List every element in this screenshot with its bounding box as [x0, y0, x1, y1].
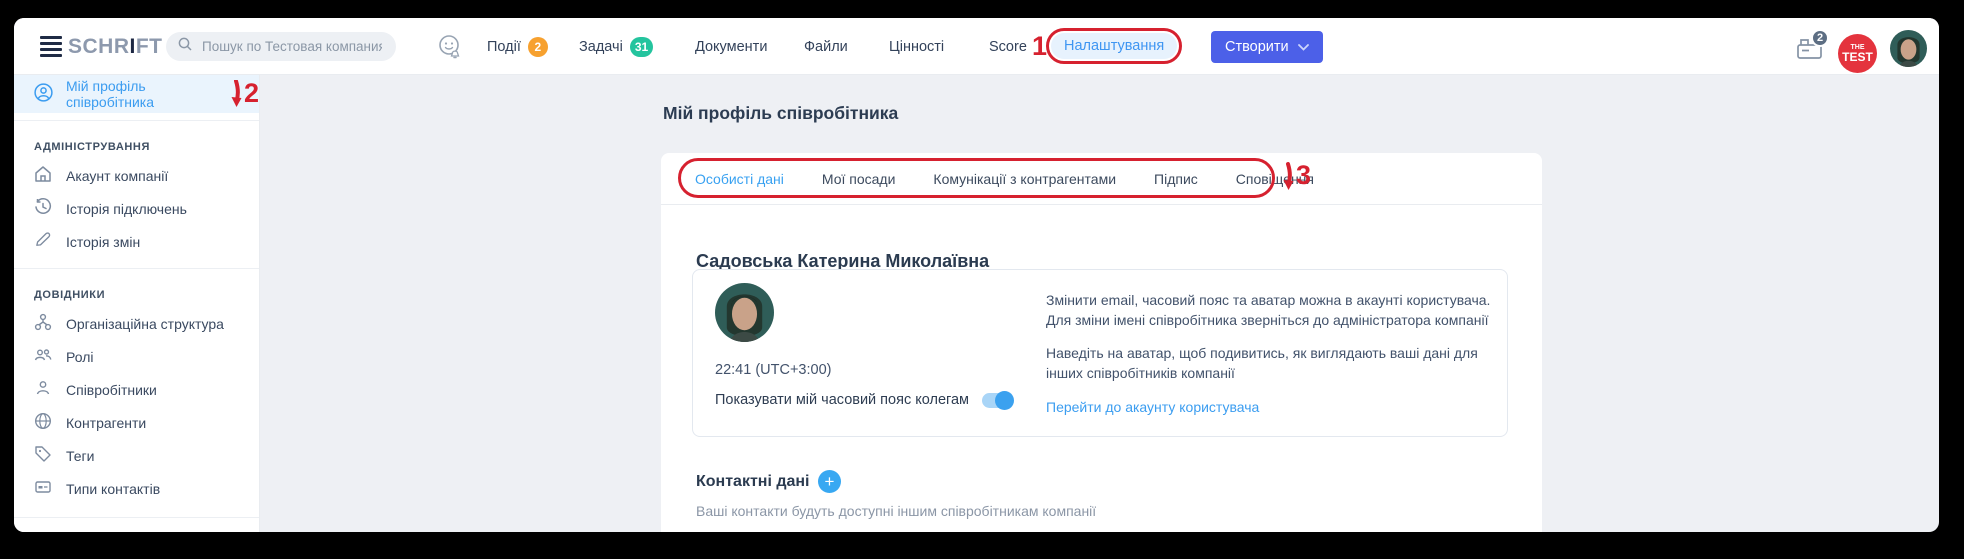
local-time: 22:41 (UTC+3:00)	[715, 362, 831, 378]
sidebar-item-employees[interactable]: Співробітники	[14, 373, 259, 406]
sidebar-item-label: Організаційна структура	[66, 316, 224, 332]
profile-summary-card: 22:41 (UTC+3:00) Показувати мій часовий …	[692, 269, 1508, 437]
tasks-count-badge: 31	[630, 37, 653, 57]
sidebar-divider	[14, 268, 259, 269]
nav-item-label: Score	[989, 39, 1027, 55]
tab-counterparty-communications[interactable]: Комунікації з контрагентами	[933, 171, 1116, 187]
nav-item-label: Задачі	[579, 39, 623, 55]
tab-bar: Особисті дані Мої посади Комунікації з к…	[661, 153, 1542, 205]
global-search[interactable]	[166, 32, 396, 61]
annotation-arrow-2: 2	[229, 80, 259, 108]
nav-item-label: Події	[487, 39, 521, 55]
timezone-toggle-row: Показувати мій часовий пояс колегам	[715, 392, 1012, 408]
sidebar-item-label: Теги	[66, 448, 94, 464]
sidebar-item-contact-types[interactable]: Типи контактів	[14, 472, 259, 505]
timezone-toggle-label: Показувати мій часовий пояс колегам	[715, 392, 969, 408]
sidebar-item-label: Історія підключень	[66, 201, 187, 217]
chevron-down-icon	[1298, 39, 1309, 55]
cash-register-icon[interactable]: 2	[1796, 36, 1824, 65]
contact-types-icon	[34, 478, 52, 499]
events-count-badge: 2	[528, 37, 548, 57]
user-circle-icon	[34, 83, 53, 105]
brand-wordmark: SCHRIFT	[68, 35, 163, 59]
info-paragraph: Змінити email, часовий пояс та аватар мо…	[1046, 290, 1498, 330]
history-icon	[34, 198, 52, 219]
register-count-badge: 2	[1811, 29, 1829, 47]
nav-item-label: Цінності	[889, 39, 944, 55]
sidebar-section-administration: АДМІНІСТРУВАННЯ	[34, 141, 259, 153]
nav-item-tasks[interactable]: Задачі 31	[579, 18, 653, 75]
contacts-section-title: Контактні дані	[696, 473, 810, 491]
account-link[interactable]: Перейти до акаунту користувача	[1046, 399, 1259, 415]
roles-icon	[34, 346, 52, 367]
nav-item-values[interactable]: Цінності	[889, 18, 944, 75]
smiley-bell-icon[interactable]	[437, 34, 463, 66]
profile-panel: Особисті дані Мої посади Комунікації з к…	[661, 153, 1542, 532]
globe-icon	[34, 412, 52, 433]
sidebar: Мій профіль співробітника 2 АДМІНІСТРУВА…	[14, 75, 260, 532]
create-button[interactable]: Створити	[1211, 31, 1323, 63]
search-input[interactable]	[200, 38, 384, 55]
sidebar-item-tags[interactable]: Теги	[14, 439, 259, 472]
nav-item-score[interactable]: Score	[989, 18, 1027, 75]
main-content: Мій профіль співробітника Особисті дані …	[260, 75, 1939, 532]
nav-item-label: Документи	[695, 39, 767, 55]
company-logo-line2: TEST	[1842, 51, 1873, 63]
annotation-step-2: 2	[244, 80, 259, 107]
create-button-label: Створити	[1225, 39, 1289, 55]
tag-icon	[34, 445, 52, 466]
pencil-icon	[34, 231, 52, 252]
annotation-step-1: 1	[1032, 33, 1047, 60]
nav-item-documents[interactable]: Документи	[695, 18, 767, 75]
page-title: Мій профіль співробітника	[663, 103, 898, 124]
sidebar-item-org-structure[interactable]: Організаційна структура	[14, 307, 259, 340]
sidebar-divider	[14, 120, 259, 121]
sidebar-item-label: Історія змін	[66, 234, 140, 250]
user-avatar[interactable]	[1890, 30, 1927, 67]
org-structure-icon	[34, 313, 52, 334]
company-logo[interactable]: THE TEST	[1838, 34, 1877, 73]
sidebar-item-company-account[interactable]: Акаунт компанії	[14, 159, 259, 192]
sidebar-item-counterparties[interactable]: Контрагенти	[14, 406, 259, 439]
profile-info-text: Змінити email, часовий пояс та аватар мо…	[1046, 290, 1498, 417]
annotation-arrow-3: 3	[1281, 162, 1311, 192]
nav-item-label: Файли	[804, 39, 848, 55]
add-contact-button[interactable]: +	[818, 470, 841, 493]
tab-personal-data[interactable]: Особисті дані	[695, 171, 784, 187]
app-window: SCHRIFT Події 2 Задачі 31 До	[14, 18, 1939, 532]
sidebar-item-label: Акаунт компанії	[66, 168, 168, 184]
sidebar-item-label: Контрагенти	[66, 415, 146, 431]
tab-my-positions[interactable]: Мої посади	[822, 171, 896, 187]
sidebar-item-my-profile[interactable]: Мій профіль співробітника 2	[14, 75, 259, 113]
sidebar-section-directories: ДОВІДНИКИ	[34, 289, 259, 301]
hamburger-icon[interactable]	[40, 36, 62, 57]
info-paragraph: Наведіть на аватар, щоб подивитись, як в…	[1046, 343, 1498, 383]
employee-icon	[34, 379, 52, 400]
sidebar-item-connection-history[interactable]: Історія підключень	[14, 192, 259, 225]
nav-item-events[interactable]: Події 2	[487, 18, 548, 75]
timezone-toggle[interactable]	[982, 393, 1012, 408]
sidebar-item-label: Співробітники	[66, 382, 157, 398]
brand-logo[interactable]: SCHRIFT	[40, 18, 163, 75]
sidebar-item-roles[interactable]: Ролі	[14, 340, 259, 373]
sidebar-divider	[14, 517, 259, 518]
sidebar-item-label: Мій профіль співробітника	[66, 78, 214, 110]
top-bar: SCHRIFT Події 2 Задачі 31 До	[14, 18, 1939, 75]
annotation-step-3: 3	[1296, 162, 1311, 192]
nav-item-settings[interactable]: Налаштування	[1051, 33, 1177, 59]
sidebar-item-change-history[interactable]: Історія змін	[14, 225, 259, 258]
nav-item-files[interactable]: Файли	[804, 18, 848, 75]
home-icon	[34, 165, 52, 186]
sidebar-item-label: Ролі	[66, 349, 93, 365]
search-icon	[178, 37, 192, 56]
tab-signature[interactable]: Підпис	[1154, 171, 1198, 187]
contacts-section-subtitle: Ваші контакти будуть доступні іншим спів…	[696, 503, 1096, 519]
sidebar-item-label: Типи контактів	[66, 481, 160, 497]
annotation-circle-settings: Налаштування	[1046, 28, 1182, 64]
profile-avatar[interactable]	[715, 283, 774, 342]
